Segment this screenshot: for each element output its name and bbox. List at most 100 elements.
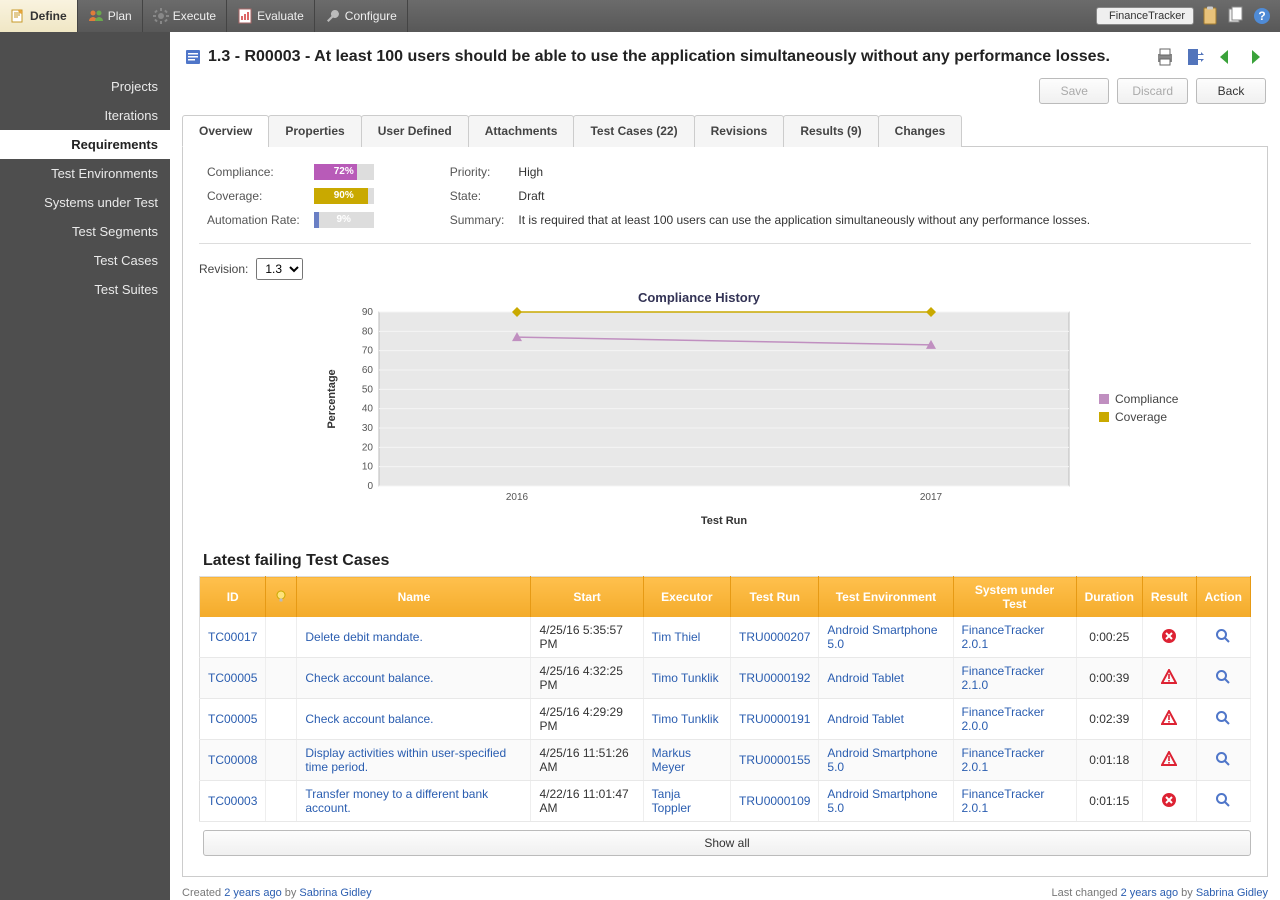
svg-text:60: 60	[362, 365, 374, 376]
nav-prev-icon[interactable]	[1214, 46, 1236, 68]
sidebar-item-test-segments[interactable]: Test Segments	[0, 217, 170, 246]
sut-link[interactable]: FinanceTracker 2.0.0	[962, 705, 1045, 733]
coverage-bar: 90%	[314, 188, 374, 204]
table-row: TC00005Check account balance.4/25/16 4:3…	[200, 658, 1251, 699]
view-action[interactable]	[1215, 715, 1231, 729]
sut-link[interactable]: FinanceTracker 2.0.1	[962, 746, 1045, 774]
run-link[interactable]: TRU0000109	[739, 794, 810, 808]
env-link[interactable]: Android Smartphone 5.0	[827, 787, 937, 815]
tc-id-link[interactable]: TC00008	[208, 753, 257, 767]
automation-label: Automation Rate:	[201, 209, 306, 231]
top-tab-plan[interactable]: Plan	[78, 0, 143, 32]
env-link[interactable]: Android Smartphone 5.0	[827, 623, 937, 651]
help-icon[interactable]: ?	[1252, 6, 1272, 26]
tc-name-link[interactable]: Check account balance.	[305, 712, 433, 726]
tc-id-link[interactable]: TC00017	[208, 630, 257, 644]
tc-id-link[interactable]: TC00003	[208, 794, 257, 808]
copy-icon[interactable]	[1226, 6, 1246, 26]
run-link[interactable]: TRU0000207	[739, 630, 810, 644]
result-cell	[1142, 740, 1196, 781]
sidebar-item-projects[interactable]: Projects	[0, 72, 170, 101]
run-link[interactable]: TRU0000155	[739, 753, 810, 767]
changed-age-link[interactable]: 2 years ago	[1121, 887, 1178, 899]
detail-tab-user-defined[interactable]: User Defined	[361, 115, 469, 147]
clipboard-icon[interactable]	[1200, 6, 1220, 26]
sidebar-item-test-suites[interactable]: Test Suites	[0, 275, 170, 304]
sidebar-item-test-environments[interactable]: Test Environments	[0, 159, 170, 188]
created-user-link[interactable]: Sabrina Gidley	[299, 887, 371, 899]
env-link[interactable]: Android Tablet	[827, 712, 904, 726]
table-row: TC00008 Display activities within user-sp…	[200, 740, 1251, 781]
detail-tab-properties[interactable]: Properties	[268, 115, 361, 147]
col-start[interactable]: Start	[531, 577, 643, 618]
tc-name-link[interactable]: Check account balance.	[305, 671, 433, 685]
detail-tab-revisions[interactable]: Revisions	[694, 115, 785, 147]
col-bulb[interactable]	[266, 577, 297, 618]
run-link[interactable]: TRU0000191	[739, 712, 810, 726]
project-name: FinanceTracker	[1109, 10, 1185, 22]
col-id[interactable]: ID	[200, 577, 266, 618]
top-tab-configure[interactable]: Configure	[315, 0, 408, 32]
executor-link[interactable]: Tanja Toppler	[652, 787, 691, 815]
svg-text:40: 40	[362, 404, 374, 415]
env-link[interactable]: Android Smartphone 5.0	[827, 746, 937, 774]
revision-select[interactable]: 1.3	[256, 258, 303, 280]
top-tab-evaluate[interactable]: Evaluate	[227, 0, 315, 32]
env-link[interactable]: Android Tablet	[827, 671, 904, 685]
changed-user-link[interactable]: Sabrina Gidley	[1196, 887, 1268, 899]
sut-link[interactable]: FinanceTracker 2.0.1	[962, 787, 1045, 815]
created-age-link[interactable]: 2 years ago	[224, 887, 281, 899]
export-icon[interactable]	[1184, 46, 1206, 68]
col-executor[interactable]: Executor	[643, 577, 730, 618]
col-system-under-test[interactable]: System under Test	[953, 577, 1076, 618]
executor-link[interactable]: Timo Tunklik	[652, 671, 719, 685]
col-duration[interactable]: Duration	[1076, 577, 1142, 618]
back-button[interactable]: Back	[1196, 78, 1266, 104]
tc-name-link[interactable]: Display activities within user-specified…	[305, 746, 506, 774]
detail-tab-attachments[interactable]: Attachments	[468, 115, 575, 147]
col-name[interactable]: Name	[297, 577, 531, 618]
detail-tab-test-cases-22-[interactable]: Test Cases (22)	[573, 115, 694, 147]
show-all-button[interactable]: Show all	[203, 830, 1251, 856]
error-icon	[1161, 628, 1177, 644]
tc-name-link[interactable]: Transfer money to a different bank accou…	[305, 787, 488, 815]
col-test-environment[interactable]: Test Environment	[819, 577, 953, 618]
tc-name-link[interactable]: Delete debit mandate.	[305, 630, 422, 644]
created-info: Created 2 years ago by Sabrina Gidley	[182, 887, 372, 899]
save-button[interactable]: Save	[1039, 78, 1109, 104]
view-action[interactable]	[1215, 756, 1231, 770]
priority-label: Priority:	[444, 161, 511, 183]
detail-tab-changes[interactable]: Changes	[878, 115, 963, 147]
discard-button[interactable]: Discard	[1117, 78, 1188, 104]
svg-text:Test Run: Test Run	[701, 515, 748, 527]
top-tab-execute[interactable]: Execute	[143, 0, 227, 32]
detail-tab-results-9-[interactable]: Results (9)	[783, 115, 878, 147]
print-icon[interactable]	[1154, 46, 1176, 68]
sut-link[interactable]: FinanceTracker 2.0.1	[962, 623, 1045, 651]
legend-item-coverage: Coverage	[1099, 410, 1178, 424]
tc-id-link[interactable]: TC00005	[208, 712, 257, 726]
sidebar-item-iterations[interactable]: Iterations	[0, 101, 170, 130]
view-action[interactable]	[1215, 674, 1231, 688]
view-action[interactable]	[1215, 633, 1231, 647]
col-test-run[interactable]: Test Run	[731, 577, 819, 618]
executor-link[interactable]: Tim Thiel	[652, 630, 701, 644]
nav-next-icon[interactable]	[1244, 46, 1266, 68]
tc-id-link[interactable]: TC00005	[208, 671, 257, 685]
view-action[interactable]	[1215, 797, 1231, 811]
sidebar-item-systems-under-test[interactable]: Systems under Test	[0, 188, 170, 217]
sidebar-item-requirements[interactable]: Requirements	[0, 130, 170, 159]
top-tab-label: Define	[30, 9, 67, 23]
project-selector[interactable]: FinanceTracker	[1096, 7, 1194, 25]
sidebar-item-test-cases[interactable]: Test Cases	[0, 246, 170, 275]
run-link[interactable]: TRU0000192	[739, 671, 810, 685]
col-result[interactable]: Result	[1142, 577, 1196, 618]
executor-link[interactable]: Markus Meyer	[652, 746, 691, 774]
table-row: TC00017Delete debit mandate.4/25/16 5:35…	[200, 617, 1251, 658]
col-action[interactable]: Action	[1196, 577, 1250, 618]
detail-tab-overview[interactable]: Overview	[182, 115, 269, 147]
top-tab-define[interactable]: Define	[0, 0, 78, 32]
sut-link[interactable]: FinanceTracker 2.1.0	[962, 664, 1045, 692]
magnifier-icon	[1215, 669, 1231, 685]
executor-link[interactable]: Timo Tunklik	[652, 712, 719, 726]
